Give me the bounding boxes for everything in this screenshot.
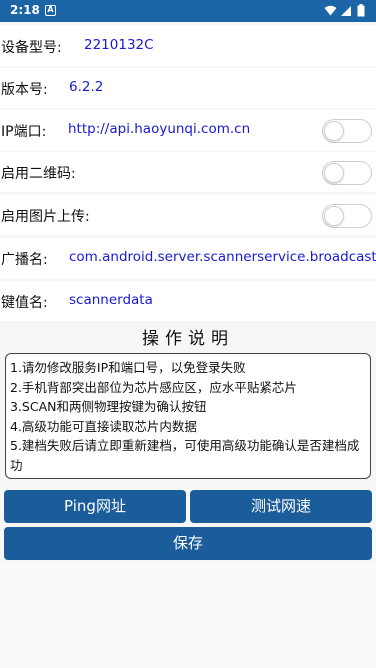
version-value: 6.2.2 bbox=[69, 79, 104, 95]
toggle-knob bbox=[324, 206, 344, 226]
broadcast-row: 广播名: com.android.server.scannerservice.b… bbox=[0, 238, 376, 278]
broadcast-value[interactable]: com.android.server.scannerservice.broadc… bbox=[69, 249, 376, 265]
key-name-label: 键值名: bbox=[1, 295, 48, 311]
instruction-line: 3.SCAN和两侧物理按键为确认按钮 bbox=[10, 399, 207, 414]
ip-port-value[interactable]: http://api.haoyunqi.com.cn bbox=[68, 121, 250, 137]
device-model-row: 设备型号: 2210132C bbox=[0, 26, 376, 66]
key-name-value[interactable]: scannerdata bbox=[69, 292, 153, 308]
instructions-box: 1.请勿修改服务IP和端口号，以免登录失败 2.手机背部突出部位为芯片感应区，应… bbox=[5, 353, 371, 479]
broadcast-label: 广播名: bbox=[1, 252, 48, 268]
status-time: 2:18 bbox=[10, 3, 40, 17]
ip-port-toggle[interactable] bbox=[322, 119, 372, 143]
toggle-knob bbox=[324, 163, 344, 183]
empty-area bbox=[0, 563, 376, 668]
instructions-title: 操作说明 bbox=[142, 329, 234, 349]
speed-test-button[interactable]: 测试网速 bbox=[190, 490, 372, 523]
instruction-line: 4.高级功能可直接读取芯片内数据 bbox=[10, 418, 197, 434]
version-label: 版本号: bbox=[1, 82, 48, 98]
battery-icon bbox=[357, 4, 365, 17]
key-name-row: 键值名: scannerdata bbox=[0, 281, 376, 321]
save-button[interactable]: 保存 bbox=[4, 527, 372, 560]
ip-port-label: IP端口: bbox=[1, 124, 47, 140]
wifi-icon bbox=[324, 5, 337, 16]
image-upload-row: 启用图片上传: bbox=[0, 195, 376, 235]
device-model-label: 设备型号: bbox=[1, 40, 62, 56]
qr-code-toggle[interactable] bbox=[322, 161, 372, 185]
status-bar: 2:18 A bbox=[0, 0, 376, 22]
instruction-line: 2.手机背部突出部位为芯片感应区，应水平贴紧芯片 bbox=[10, 379, 297, 395]
instruction-line: 1.请勿修改服务IP和端口号，以免登录失败 bbox=[10, 360, 246, 375]
instruction-line: 5.建档失败后请立即重新建档，可使用高级功能确认是否建档成功 bbox=[10, 438, 360, 473]
qr-code-row: 启用二维码: bbox=[0, 152, 376, 192]
ping-button[interactable]: Ping网址 bbox=[4, 490, 186, 523]
signal-icon bbox=[341, 6, 351, 16]
notification-icon: A bbox=[45, 5, 56, 16]
device-model-value: 2210132C bbox=[84, 37, 154, 53]
qr-code-label: 启用二维码: bbox=[1, 166, 76, 182]
toggle-knob bbox=[324, 121, 344, 141]
image-upload-toggle[interactable] bbox=[322, 204, 372, 228]
version-row: 版本号: 6.2.2 bbox=[0, 68, 376, 108]
ip-port-row: IP端口: http://api.haoyunqi.com.cn bbox=[0, 110, 376, 150]
image-upload-label: 启用图片上传: bbox=[1, 209, 90, 225]
